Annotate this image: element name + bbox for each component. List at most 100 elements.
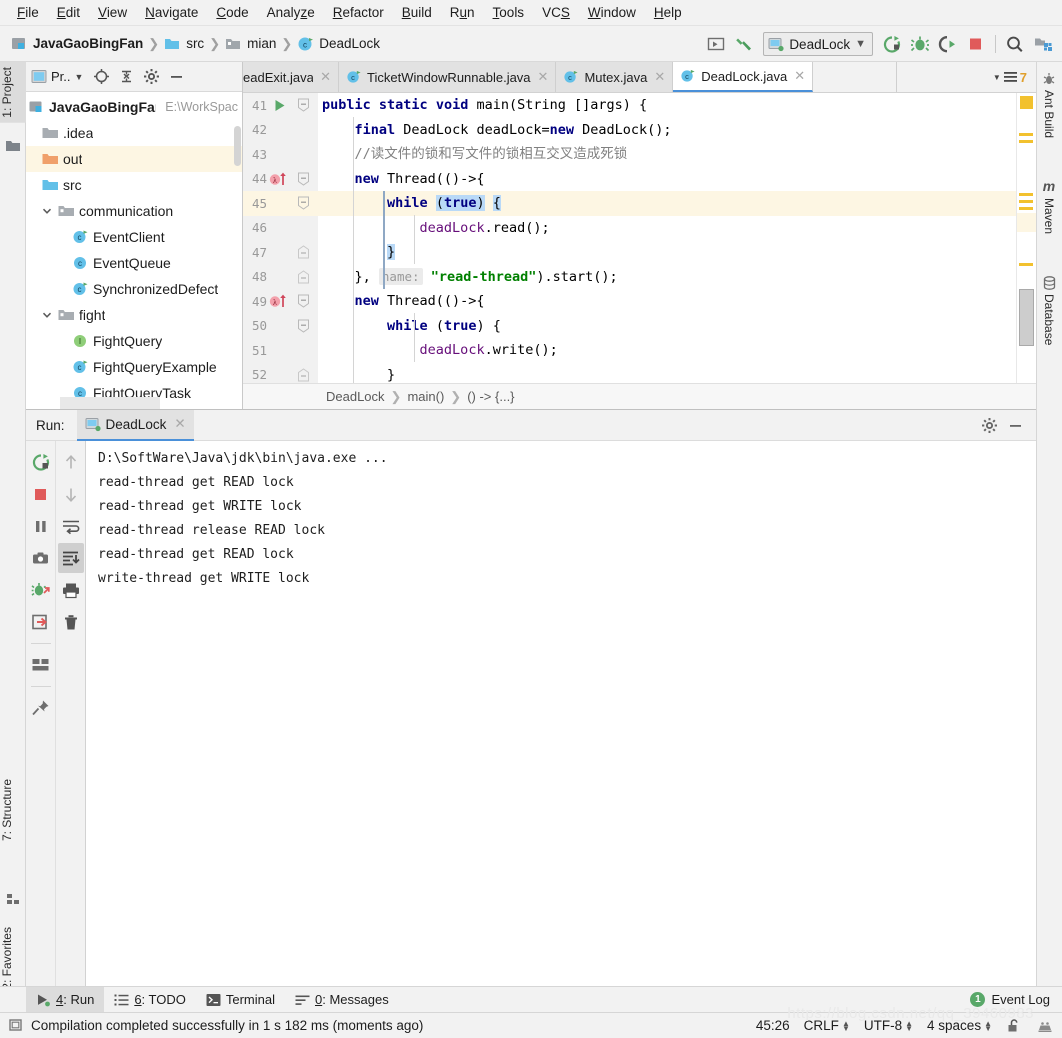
menu-run[interactable]: Run	[441, 2, 484, 24]
menu-window[interactable]: Window	[579, 2, 645, 24]
project-tree-hscrollbar[interactable]	[60, 397, 160, 409]
editor-vertical-scrollbar[interactable]	[1019, 289, 1034, 346]
project-folder-icon[interactable]	[0, 134, 26, 158]
fold-open-icon[interactable]	[291, 319, 315, 333]
menu-file[interactable]: File	[8, 2, 48, 24]
menu-vcs[interactable]: VCS	[533, 2, 579, 24]
console-output[interactable]: D:\SoftWare\Java\jdk\bin\java.exe ... re…	[86, 441, 1036, 986]
menu-view[interactable]: View	[89, 2, 136, 24]
debug-icon[interactable]	[907, 31, 933, 57]
gear-icon[interactable]	[140, 66, 162, 88]
stripe-warning-marker[interactable]	[1019, 207, 1033, 210]
tool-tab-messages[interactable]: 0: Messages	[285, 987, 399, 1013]
gear-icon[interactable]	[978, 414, 1000, 436]
tool-tab-terminal[interactable]: Terminal	[196, 987, 285, 1013]
down-arrow-icon[interactable]	[58, 479, 84, 509]
attach-debugger-icon[interactable]	[28, 575, 54, 605]
menu-tools[interactable]: Tools	[484, 2, 534, 24]
fold-open-icon[interactable]	[291, 294, 315, 308]
fold-close-icon[interactable]	[291, 270, 315, 284]
menu-analyze[interactable]: Analyze	[258, 2, 324, 24]
stripe-warning-marker[interactable]	[1019, 140, 1033, 143]
editor-tab-mutex[interactable]: c Mutex.java ✕	[556, 62, 674, 92]
breadcrumb-lambda[interactable]: () -> {...}	[467, 389, 514, 404]
chevron-down-icon[interactable]	[40, 308, 54, 322]
project-tree-scrollbar[interactable]	[234, 126, 241, 166]
project-structure-icon[interactable]	[1030, 31, 1056, 57]
stop-icon[interactable]	[963, 31, 989, 57]
breadcrumb-project[interactable]: JavaGaoBingFan	[8, 35, 146, 52]
chevron-down-icon[interactable]	[40, 204, 54, 218]
up-arrow-icon[interactable]	[58, 447, 84, 477]
run-with-coverage-icon[interactable]	[935, 31, 961, 57]
indent-selector[interactable]: 4 spaces ▲ ▼	[927, 1018, 992, 1033]
stripe-warning-marker[interactable]	[1019, 263, 1033, 266]
structure-icon[interactable]	[0, 887, 26, 911]
collapse-all-icon[interactable]	[115, 66, 137, 88]
clear-all-icon[interactable]	[58, 607, 84, 637]
close-icon[interactable]: ✕	[794, 68, 805, 84]
sidebar-item-favorites[interactable]: 2: Favorites	[0, 922, 26, 995]
locate-target-icon[interactable]	[90, 66, 112, 88]
editor-tab-deadlock[interactable]: c DeadLock.java ✕	[673, 62, 814, 92]
tool-tab-todo[interactable]: 6: TODO	[104, 987, 196, 1013]
run-gutter-icon[interactable]	[269, 99, 291, 112]
fold-open-icon[interactable]	[291, 98, 315, 112]
code-text[interactable]: public static void main(String []args) {…	[318, 93, 1036, 383]
menu-build[interactable]: Build	[393, 2, 441, 24]
chevron-down-icon[interactable]: ▼	[75, 72, 84, 82]
editor-tab-readexit[interactable]: eadExit.java ✕	[243, 62, 339, 92]
editor-tab-ticketwindowrunnable[interactable]: c TicketWindowRunnable.java ✕	[339, 62, 557, 92]
dump-threads-icon[interactable]	[28, 543, 54, 573]
menu-code[interactable]: Code	[207, 2, 257, 24]
exit-icon[interactable]	[28, 607, 54, 637]
pin-icon[interactable]	[28, 693, 54, 723]
project-tree[interactable]: JavaGaoBingFan E:\WorkSpac .idea out src…	[26, 92, 242, 409]
sidebar-item-maven[interactable]: m Maven	[1036, 174, 1062, 238]
tree-item-idea[interactable]: .idea	[26, 120, 242, 146]
line-separator-selector[interactable]: CRLF ▲ ▼	[804, 1018, 850, 1033]
tree-item-eventqueue[interactable]: c EventQueue	[26, 250, 242, 276]
tree-item-fight[interactable]: fight	[26, 302, 242, 328]
sidebar-item-project[interactable]: 1: Project	[0, 62, 26, 123]
tree-item-eventclient[interactable]: c EventClient	[26, 224, 242, 250]
inspection-icon[interactable]	[1036, 1018, 1054, 1034]
soft-wrap-icon[interactable]	[58, 511, 84, 541]
editor-gutter[interactable]: 41 42 43 44 λ 45 46 47 48 49 λ 50 51 52	[243, 93, 318, 383]
scroll-to-end-icon[interactable]	[57, 543, 84, 573]
layout-icon[interactable]	[28, 650, 54, 680]
caret-position[interactable]: 45:26	[756, 1018, 790, 1033]
breadcrumb-package[interactable]: mian	[222, 35, 279, 52]
stripe-warning-marker[interactable]	[1019, 200, 1033, 203]
hide-icon[interactable]	[1004, 414, 1026, 436]
chevron-down-icon[interactable]: ▼	[855, 38, 866, 50]
menu-navigate[interactable]: Navigate	[136, 2, 207, 24]
stripe-status-marker[interactable]	[1020, 96, 1033, 109]
tool-tab-run[interactable]: 4: Run	[26, 986, 105, 1013]
stripe-warning-marker[interactable]	[1019, 133, 1033, 136]
stripe-warning-marker[interactable]	[1019, 193, 1033, 196]
menu-edit[interactable]: Edit	[48, 2, 89, 24]
sidebar-item-structure[interactable]: 7: Structure	[0, 774, 26, 846]
tree-item-project-root[interactable]: JavaGaoBingFan E:\WorkSpac	[26, 94, 242, 120]
tree-item-out[interactable]: out	[26, 146, 242, 172]
status-message-icon[interactable]	[8, 1018, 24, 1033]
build-hammer-icon[interactable]	[731, 31, 757, 57]
run-configuration-selector[interactable]: DeadLock ▼	[763, 32, 873, 56]
breadcrumb-class[interactable]: c DeadLock	[294, 35, 383, 53]
tree-item-fightqueryexample[interactable]: c FightQueryExample	[26, 354, 242, 380]
fold-open-icon[interactable]	[291, 172, 315, 186]
close-icon[interactable]: ✕	[538, 69, 549, 85]
project-panel-title[interactable]: Pr.. ▼	[31, 69, 87, 84]
editor-error-stripe[interactable]	[1016, 93, 1036, 383]
breadcrumb-src[interactable]: src	[161, 35, 207, 52]
run-icon[interactable]	[879, 31, 905, 57]
tree-item-synchronizeddefect[interactable]: c SynchronizedDefect	[26, 276, 242, 302]
close-icon[interactable]: ✕	[320, 69, 331, 85]
breadcrumb-class[interactable]: DeadLock	[326, 389, 385, 404]
lambda-gutter-icon[interactable]: λ	[269, 293, 291, 309]
lambda-gutter-icon[interactable]: λ	[269, 171, 291, 187]
close-icon[interactable]: ✕	[654, 69, 665, 85]
open-tool-window-icon[interactable]	[703, 31, 729, 57]
hide-icon[interactable]	[165, 66, 187, 88]
